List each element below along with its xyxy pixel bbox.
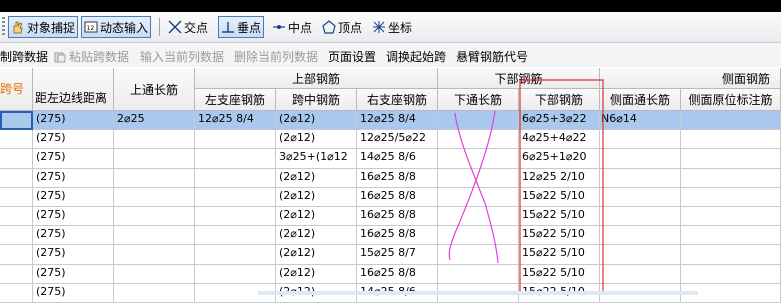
paste-span-data-label: 粘贴跨数据 <box>69 50 130 64</box>
vertex-toggle[interactable]: 顶点 <box>322 16 362 38</box>
swap-start-span-button[interactable]: 调换起始跨 <box>386 48 446 65</box>
window-top-edge <box>0 0 781 12</box>
cantilever-bar-code-button[interactable]: 悬臂钢筋代号 <box>456 48 528 65</box>
midpoint-icon <box>273 25 285 29</box>
page-setup-button[interactable]: 页面设置 <box>328 48 376 65</box>
horizontal-scrollbar[interactable] <box>258 291 698 295</box>
coordinate-icon <box>373 21 385 33</box>
red-bracket-line <box>519 79 604 295</box>
delete-current-column-button[interactable]: 删除当前列数据 <box>234 48 318 65</box>
paste-span-data-button[interactable]: 粘贴跨数据 <box>54 48 129 65</box>
midpoint-label: 中点 <box>288 20 313 35</box>
hand-snap-icon <box>13 21 23 34</box>
dynamic-input-icon: 12 <box>84 21 98 33</box>
grid-action-bar: 制跨数据 粘贴跨数据 输入当前列数据 删除当前列数据 页面设置 调换起始跨 悬臂… <box>0 43 781 67</box>
coordinate-label: 坐标 <box>388 20 413 35</box>
svg-text:12: 12 <box>87 25 95 32</box>
snap-toolbar: 对象捕捉 12 动态输入 交点 垂点 中点 顶点 坐标 <box>0 12 781 43</box>
intersection-label: 交点 <box>184 20 209 35</box>
intersection-icon <box>168 20 182 34</box>
input-current-column-button[interactable]: 输入当前列数据 <box>140 48 224 65</box>
vertex-label: 顶点 <box>338 20 363 35</box>
object-snap-label: 对象捕捉 <box>27 20 76 35</box>
intersection-toggle[interactable]: 交点 <box>168 16 208 38</box>
annotation-overlay <box>448 79 604 295</box>
midpoint-toggle[interactable]: 中点 <box>272 16 312 38</box>
perpendicular-toggle[interactable]: 垂点 <box>218 16 265 38</box>
vertex-icon <box>322 20 336 34</box>
toolbar-separator <box>159 18 160 36</box>
dynamic-input-toggle[interactable]: 12 动态输入 <box>81 16 152 38</box>
coordinate-toggle[interactable]: 坐标 <box>372 16 412 38</box>
perpendicular-label: 垂点 <box>237 20 262 35</box>
object-snap-toggle[interactable]: 对象捕捉 <box>8 16 79 38</box>
magenta-strike-line <box>448 110 496 261</box>
toolbar-grip[interactable] <box>2 17 5 37</box>
copy-span-data-button[interactable]: 制跨数据 <box>0 48 48 65</box>
rebar-table: 跨号 距左边线距离 上通长筋 上部钢筋 下部钢筋 侧面钢筋 左支座钢筋 跨中钢筋… <box>0 68 781 303</box>
magenta-strike-line <box>454 112 499 264</box>
paste-icon <box>54 52 66 62</box>
perpendicular-icon <box>222 22 234 33</box>
dynamic-input-label: 动态输入 <box>100 20 149 35</box>
